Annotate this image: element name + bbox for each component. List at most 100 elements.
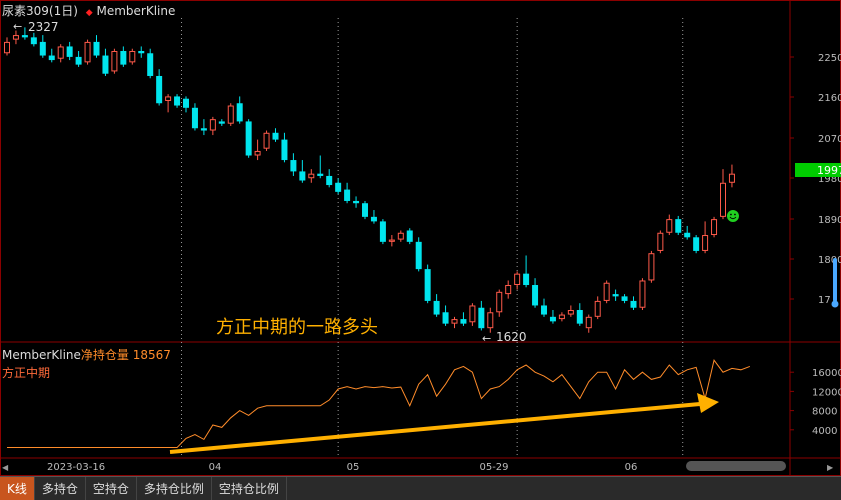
candle-up: [12, 35, 19, 40]
tab-long-position[interactable]: 多持仓: [35, 477, 86, 500]
candle-down: [549, 316, 556, 322]
metric-value: 18567: [132, 348, 171, 362]
candle-up: [487, 312, 494, 329]
candle-down: [299, 171, 306, 181]
candle-up: [57, 46, 64, 59]
candle-down: [424, 269, 431, 301]
candle-up: [639, 280, 646, 308]
candle-up: [308, 173, 315, 179]
candle-down: [66, 46, 73, 57]
price-tick-label: 1800: [818, 255, 841, 266]
candle-down: [630, 300, 637, 308]
tab-short-position[interactable]: 空持仓: [86, 477, 137, 500]
candle-up: [263, 132, 270, 149]
candle-down: [245, 121, 252, 156]
candle-down: [370, 216, 377, 222]
candle-down: [326, 175, 333, 186]
time-tick-label: 05: [347, 462, 360, 473]
candle-down: [21, 35, 28, 38]
candle-up: [129, 50, 136, 63]
tab-kline[interactable]: K线: [0, 477, 35, 500]
candle-down: [335, 182, 342, 192]
candle-down: [478, 307, 485, 329]
price-tick-label: 2160: [818, 93, 841, 104]
candle-up: [165, 96, 172, 101]
candle-down: [218, 121, 225, 124]
candle-up: [209, 119, 216, 131]
trend-arrow-line: [169, 402, 701, 454]
trend-arrow-icon: [697, 393, 719, 413]
candle-down: [236, 103, 243, 122]
candle-down: [317, 173, 324, 176]
position-tick-label: 8000: [812, 407, 837, 418]
price-tick-label: 1890: [818, 215, 841, 226]
tab-bar: K线 多持仓 空持仓 多持仓比例 空持仓比例: [0, 476, 841, 500]
scroll-right-icon[interactable]: ▶: [827, 463, 834, 472]
candle-down: [30, 37, 37, 45]
candle-down: [200, 128, 207, 131]
candle-up: [111, 50, 118, 72]
candle-down: [48, 55, 55, 61]
candle-up: [505, 285, 512, 295]
vertical-scroll-thumb[interactable]: [833, 258, 837, 302]
candle-down: [102, 55, 109, 74]
candle-down: [156, 75, 163, 104]
candle-up: [84, 41, 91, 63]
candle-up: [567, 310, 574, 315]
candle-down: [576, 310, 583, 324]
candle-up: [728, 173, 735, 183]
candle-up: [585, 316, 592, 329]
candle-down: [120, 50, 127, 65]
chart-area[interactable]: 2250 2160 2070 1980 1890 1800 17 ← 2327 ← 1620 方正中期…: [0, 0, 841, 476]
candle-up: [711, 219, 718, 236]
smiley-eye-icon: [734, 213, 736, 216]
candle-down: [621, 296, 628, 301]
candle-down: [362, 203, 368, 217]
candle-down: [693, 237, 700, 251]
candle-down: [174, 96, 181, 106]
sub-indicator-name: MemberKline: [2, 348, 81, 362]
scroll-left-icon[interactable]: ◀: [2, 463, 9, 472]
indicator-name: MemberKline: [96, 4, 176, 18]
time-tick-label: 05-29: [479, 462, 508, 473]
candle-down: [532, 285, 539, 306]
smiley-eye-icon: [730, 213, 732, 216]
tab-long-ratio[interactable]: 多持仓比例: [137, 477, 212, 500]
candle-down: [523, 273, 530, 286]
candle-down: [379, 221, 386, 242]
candle-up: [4, 41, 10, 54]
time-tick-label: 04: [209, 462, 222, 473]
candlestick-chart[interactable]: 22502160207019801890180017← 2327← 1620方正中期…: [0, 0, 841, 476]
sub-panel-header: MemberKline净持仓量 18567: [2, 346, 171, 363]
candle-down: [460, 319, 467, 324]
candle-up: [666, 219, 673, 233]
tab-short-ratio[interactable]: 空持仓比例: [212, 477, 287, 500]
member-name: 方正中期: [2, 366, 51, 380]
candle-down: [191, 107, 198, 129]
candle-down: [433, 300, 440, 315]
smiley-icon: [726, 210, 739, 222]
metric-label: 净持仓量: [80, 348, 129, 362]
candle-down: [183, 98, 189, 108]
candle-down: [442, 312, 449, 324]
candle-down: [675, 219, 682, 233]
scroll-knob-icon[interactable]: [831, 300, 839, 308]
candle-up: [594, 300, 601, 317]
position-tick-label: 12000: [812, 387, 841, 398]
candle-up: [397, 232, 404, 240]
candle-down: [39, 41, 46, 56]
contract-title: 尿素309(1日): [2, 4, 78, 18]
candle-down: [290, 160, 297, 172]
candle-up: [702, 235, 709, 251]
candle-up: [227, 105, 234, 124]
candle-down: [612, 294, 619, 297]
price-tick-label: 2250: [818, 53, 841, 64]
high-arrow-icon: ←: [13, 20, 22, 33]
candle-down: [344, 189, 351, 201]
candle-up: [603, 282, 610, 301]
candle-down: [75, 56, 82, 65]
price-tick-label: 2070: [818, 134, 841, 145]
horizontal-scroll-thumb[interactable]: [686, 461, 786, 471]
low-arrow-icon: ←: [482, 332, 491, 345]
candle-up: [469, 305, 476, 323]
